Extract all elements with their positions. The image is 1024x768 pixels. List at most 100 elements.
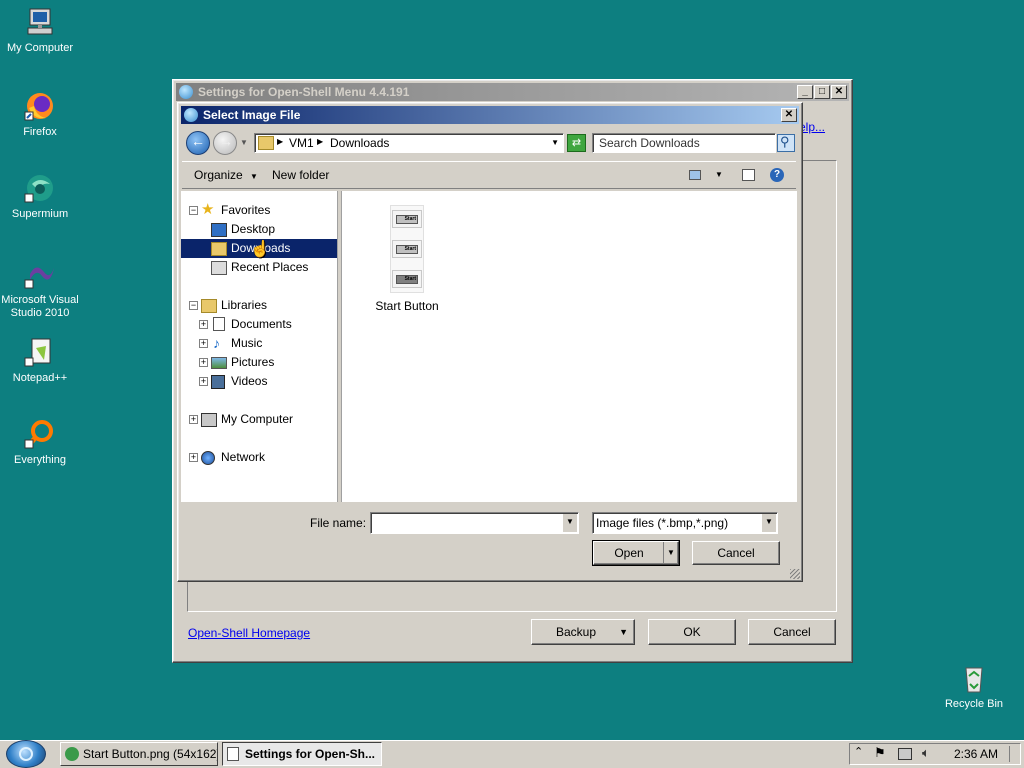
breadcrumb-vm1[interactable]: VM1 [289,136,314,150]
everything-icon [24,418,56,450]
help-icon[interactable]: ? [770,168,784,182]
open-shell-logo-icon [19,747,33,761]
desktop-icon-visual-studio[interactable]: Microsoft Visual Studio 2010 [0,258,80,320]
taskbar-item-settings[interactable]: Settings for Open-Sh... [222,742,382,766]
file-name-dropdown-icon[interactable]: ▼ [562,514,577,532]
taskbar-item-image-viewer[interactable]: Start Button.png (54x162)... [60,742,218,766]
desktop-icon-firefox[interactable]: Firefox [0,90,80,139]
system-tray: ⌃ ⚑ 🔈︎ 2:36 AM [849,743,1021,765]
tree-item-pictures[interactable]: + Pictures [181,353,337,372]
refresh-icon: ⇄ [571,137,582,149]
backup-label: Backup [555,625,597,639]
tree-item-music[interactable]: + ♪ Music [181,334,337,353]
open-dropdown-icon[interactable]: ▼ [663,542,678,564]
desktop-folder-icon [211,223,227,237]
network-tray-icon[interactable] [898,748,912,760]
expand-icon[interactable]: + [189,415,198,424]
desktop-icon-supermium[interactable]: Supermium [0,172,80,221]
tree-item-libraries[interactable]: − Libraries [181,296,337,315]
file-type-select[interactable]: Image files (*.bmp,*.png) ▼ [592,512,778,534]
recent-places-icon [211,261,227,275]
action-center-flag-icon[interactable]: ⚑ [874,745,886,761]
tree-item-my-computer[interactable]: + My Computer [181,410,337,429]
desktop-icon-everything[interactable]: Everything [0,418,80,467]
document-icon [227,747,239,761]
ok-button[interactable]: OK [648,619,736,645]
ok-label: OK [683,625,701,639]
tree-item-network[interactable]: + Network [181,448,337,467]
clock[interactable]: 2:36 AM [954,747,998,761]
file-name-input[interactable]: ▼ [370,512,579,534]
dialog-cancel-button[interactable]: Cancel [692,541,780,565]
tree-item-desktop[interactable]: Desktop [181,220,337,239]
desktop-icon-label: Notepad++ [12,372,68,384]
file-name-label: File name: [310,516,367,530]
refresh-button[interactable]: ⇄ [567,134,586,152]
breadcrumb-downloads[interactable]: Downloads [330,136,389,150]
pictures-icon [211,357,227,369]
collapse-icon[interactable]: − [189,206,198,215]
history-dropdown-icon[interactable]: ▼ [240,138,248,147]
volume-muted-icon[interactable]: 🔈︎ [922,745,930,761]
back-arrow-icon: ← [191,133,205,149]
downloads-folder-icon [211,242,227,256]
view-dropdown-icon[interactable]: ▼ [715,170,723,179]
show-desktop-button[interactable] [1009,746,1018,762]
expand-icon[interactable]: + [199,358,208,367]
expand-icon[interactable]: + [199,320,208,329]
expand-icon[interactable]: + [199,339,208,348]
new-folder-button[interactable]: New folder [272,168,329,182]
desktop-icon-notepadpp[interactable]: Notepad++ [0,336,80,385]
change-view-icon[interactable] [689,170,701,180]
dialog-titlebar[interactable]: Select Image File ✕ [181,106,799,124]
maximize-button[interactable]: □ [814,85,830,99]
resize-grip-icon[interactable] [790,569,800,579]
file-type-value: Image files (*.bmp,*.png) [596,516,729,530]
address-bar[interactable]: ▶ VM1 ▶ Downloads ▼ [254,133,564,153]
search-button[interactable]: ⚲ [777,134,795,152]
settings-titlebar[interactable]: Settings for Open-Shell Menu 4.4.191 _ □… [176,83,849,101]
search-input[interactable]: Search Downloads [592,133,776,153]
organize-label: Organize [194,168,243,182]
address-dropdown-icon[interactable]: ▼ [551,138,559,147]
file-list[interactable]: Start Start Start Start Button [341,191,797,502]
tree-item-videos[interactable]: + Videos [181,372,337,391]
settings-cancel-button[interactable]: Cancel [748,619,836,645]
desktop-icon-recycle-bin[interactable]: Recycle Bin [934,662,1014,711]
tree-label: Documents [231,317,292,331]
file-type-dropdown-icon[interactable]: ▼ [761,514,776,532]
open-label: Open [614,546,644,560]
homepage-link[interactable]: Open-Shell Homepage [188,626,310,640]
show-hidden-icons-icon[interactable]: ⌃ [854,745,863,758]
dialog-close-button[interactable]: ✕ [781,108,797,122]
expand-icon[interactable]: + [199,377,208,386]
close-button[interactable]: ✕ [831,85,847,99]
dropdown-arrow-icon: ▼ [619,627,628,637]
cancel-label: Cancel [773,625,811,639]
desktop-icon-label: Supermium [11,208,69,220]
tree-item-recent-places[interactable]: Recent Places [181,258,337,277]
open-button[interactable]: Open ▼ [592,540,680,566]
desktop-icon-my-computer[interactable]: My Computer [0,6,80,55]
backup-button[interactable]: Backup ▼ [531,619,635,645]
start-button[interactable] [6,740,46,768]
back-button[interactable]: ← [186,131,210,155]
tree-item-favorites[interactable]: − ★ Favorites [181,201,337,220]
forward-button[interactable]: → [213,131,237,155]
preview-pane-icon[interactable] [742,169,755,181]
expand-icon[interactable]: + [189,453,198,462]
task-label: Settings for Open-Sh... [245,747,376,761]
open-shell-icon [184,108,198,122]
dropdown-arrow-icon: ▼ [250,172,258,181]
collapse-icon[interactable]: − [189,301,198,310]
minimize-button[interactable]: _ [797,85,813,99]
tree-item-documents[interactable]: + Documents [181,315,337,334]
forward-arrow-icon: → [219,133,233,149]
file-item-start-button[interactable]: Start Start Start Start Button [372,205,442,317]
organize-button[interactable]: Organize ▼ [194,168,258,182]
navigation-pane[interactable]: − ★ Favorites Desktop Downloads Recent P… [181,191,338,502]
notepadpp-icon [24,336,56,368]
image-thumbnail: Start Start Start [390,205,424,293]
tree-label: Music [231,336,263,350]
desktop-icon-label: My Computer [6,42,74,54]
